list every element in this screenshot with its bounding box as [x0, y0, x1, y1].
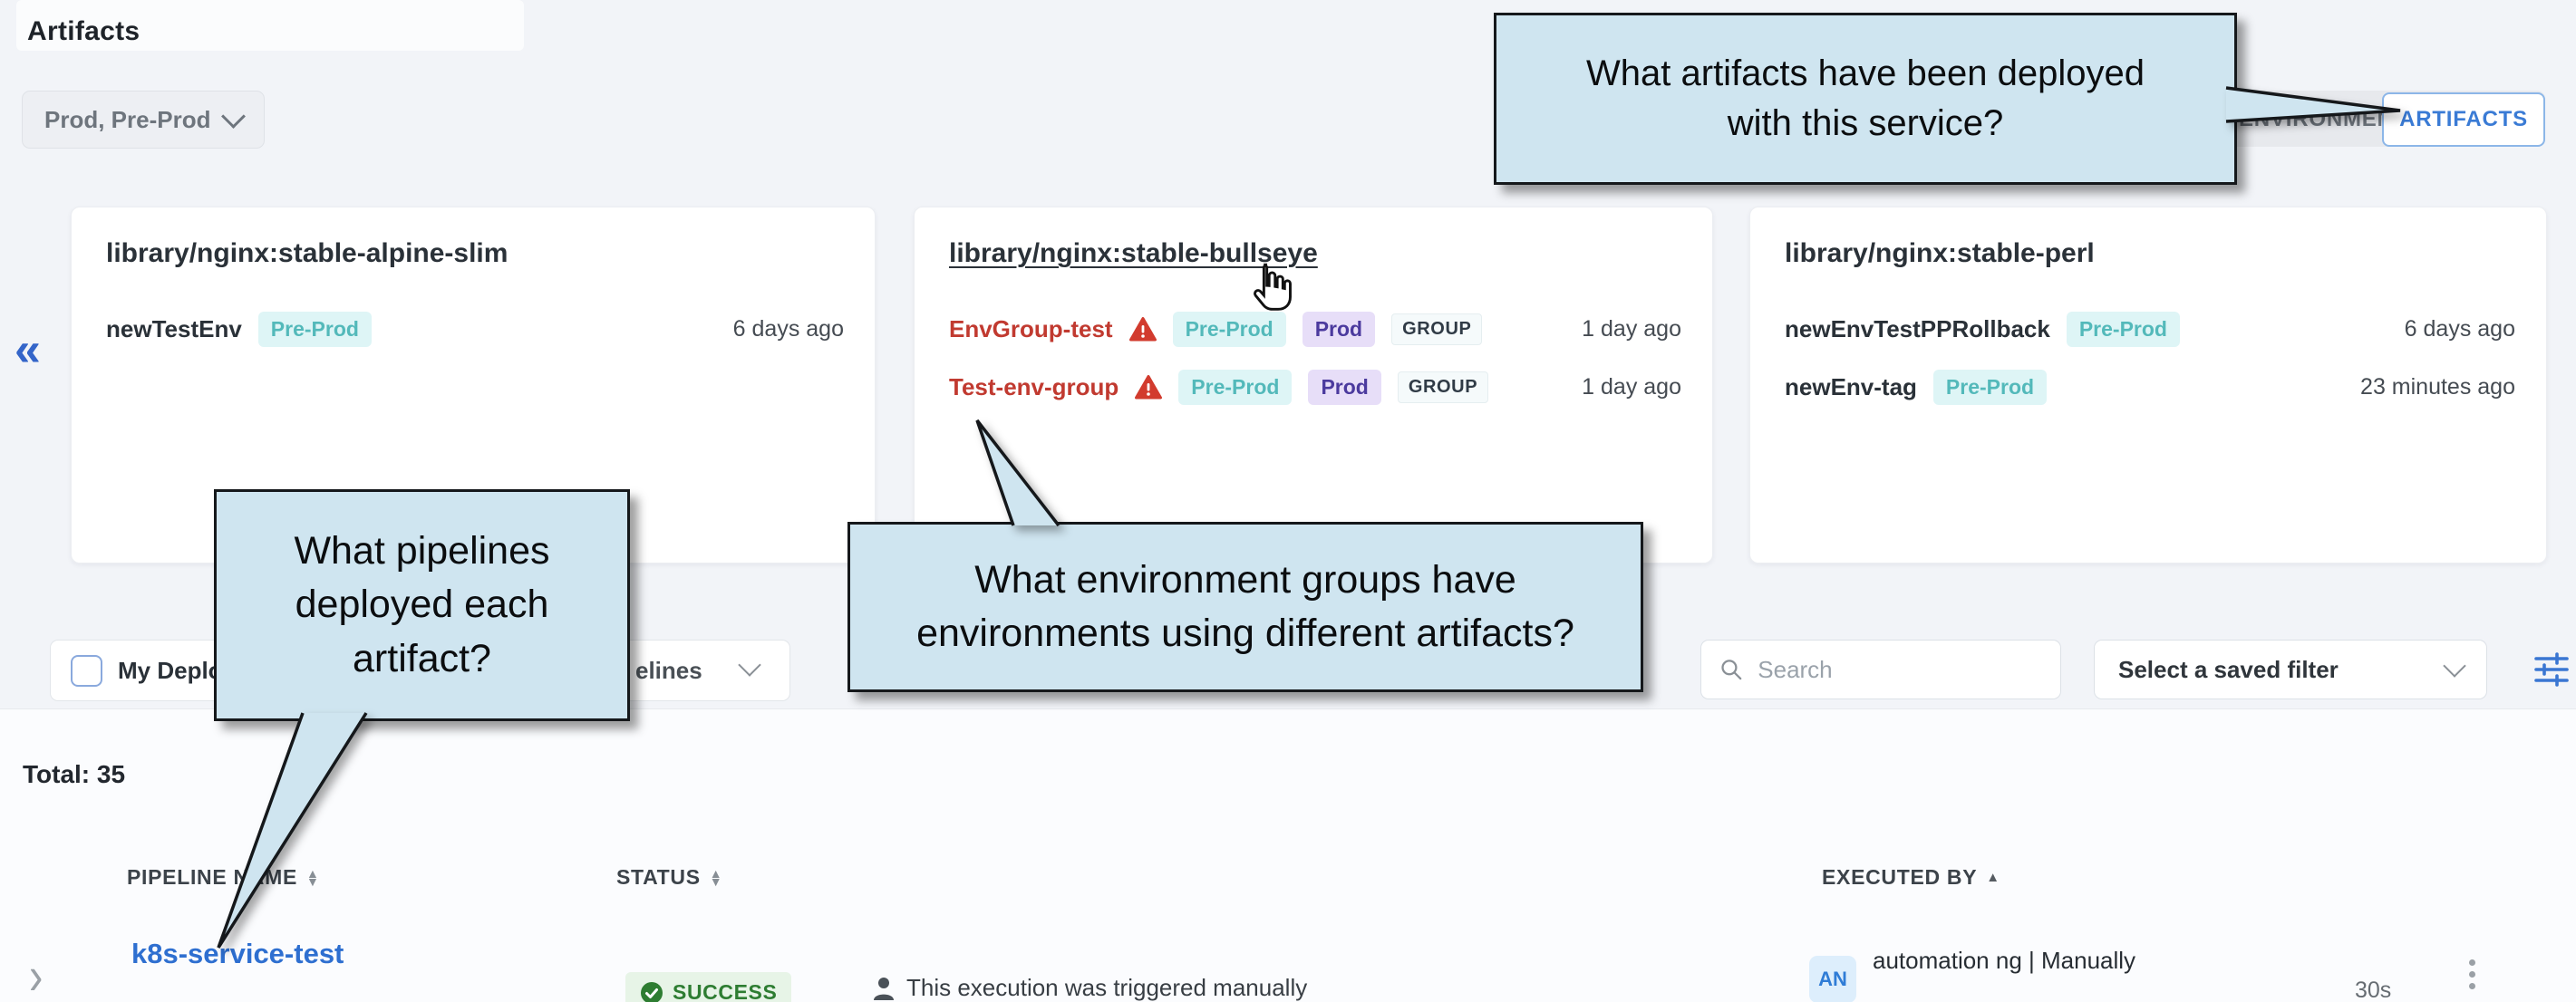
artifact-title: library/nginx:stable-alpine-slim: [106, 238, 508, 269]
search-input[interactable]: [1756, 655, 2042, 685]
env-type-badge: Pre-Prod: [1933, 370, 2047, 405]
saved-filter-label: Select a saved filter: [2118, 656, 2339, 684]
tab-artifacts[interactable]: ARTIFACTS: [2382, 92, 2545, 147]
env-row: newTestEnv Pre-Prod 6 days ago: [106, 309, 844, 349]
sort-ascending-icon: ▲: [1986, 870, 2000, 885]
column-header-status[interactable]: STATUS ▲▼: [616, 865, 722, 890]
pipeline-select-label[interactable]: elines: [635, 657, 702, 685]
search-box: [1700, 640, 2061, 699]
column-label: STATUS: [616, 865, 701, 890]
callout-text: with this service?: [1728, 99, 2004, 149]
env-group-name[interactable]: EnvGroup-test: [949, 315, 1113, 343]
artifact-title: library/nginx:stable-perl: [1785, 238, 2095, 269]
trigger-message: This execution was triggered manually: [872, 974, 1307, 1002]
my-deployments-checkbox[interactable]: [71, 655, 102, 687]
callout-text: What artifacts have been deployed: [1586, 49, 2145, 99]
env-group-row: Test-env-group Pre-Prod Prod GROUP 1 day…: [949, 367, 1681, 407]
env-type-badge: Pre-Prod: [1178, 370, 1292, 405]
env-scope-select[interactable]: Prod, Pre-Prod: [22, 91, 265, 149]
column-header-pipeline-name[interactable]: PIPELINE NAME ▲▼: [127, 865, 320, 890]
callout-text: What environment groups have: [974, 554, 1516, 607]
env-row: newEnv-tag Pre-Prod 23 minutes ago: [1785, 367, 2515, 407]
column-header-executed-by[interactable]: EXECUTED BY ▲: [1822, 865, 2000, 890]
callout-text: artifact?: [353, 632, 491, 686]
artifact-title-link[interactable]: library/nginx:stable-bullseye: [949, 238, 1318, 269]
deploy-time: 6 days ago: [733, 316, 844, 342]
saved-filter-select[interactable]: Select a saved filter: [2094, 640, 2487, 699]
callout-text: What pipelines: [294, 525, 549, 578]
callout-pipelines-deployed: What pipelines deployed each artifact?: [214, 489, 630, 721]
deploy-time: 1 day ago: [1582, 374, 1681, 400]
env-name: newEnv-tag: [1785, 373, 1917, 401]
callout-env-groups: What environment groups have environment…: [847, 522, 1643, 692]
callout-text: deployed each: [295, 578, 549, 631]
column-label: PIPELINE NAME: [127, 865, 297, 890]
env-type-badge: Prod: [1308, 370, 1380, 405]
collapse-panel-icon[interactable]: «: [15, 326, 41, 373]
avatar: AN: [1809, 956, 1856, 1002]
status-label: SUCCESS: [673, 980, 777, 1002]
artifact-card: library/nginx:stable-perl newEnvTestPPRo…: [1749, 207, 2547, 564]
status-badge: SUCCESS: [625, 972, 791, 1002]
executions-section: Total: 35 PIPELINE NAME ▲▼ STATUS ▲▼ EXE…: [0, 708, 2576, 1002]
deploy-time: 1 day ago: [1582, 316, 1681, 342]
env-type-badge: Pre-Prod: [1173, 312, 1286, 347]
user-icon: [872, 976, 896, 1001]
env-group-row: EnvGroup-test Pre-Prod Prod GROUP 1 day …: [949, 309, 1681, 349]
deploy-time: 23 minutes ago: [2360, 374, 2515, 400]
warning-icon: [1135, 375, 1162, 400]
callout-artifacts-deployed: What artifacts have been deployed with t…: [1494, 13, 2237, 185]
chevron-down-icon: [221, 104, 246, 129]
deploy-time: 6 days ago: [2405, 316, 2515, 342]
success-check-icon: [640, 981, 663, 1002]
row-menu-icon[interactable]: [2469, 959, 2475, 989]
sort-icon: ▲▼: [306, 870, 320, 885]
filter-settings-icon[interactable]: [2531, 649, 2572, 690]
search-icon: [1719, 656, 1743, 683]
page-title: Artifacts: [27, 16, 140, 47]
artifacts-page: Artifacts Prod, Pre-Prod ENVIRONMENTS AR…: [0, 0, 2576, 1002]
chevron-down-icon: [738, 653, 760, 676]
duration-text: 30s: [2355, 978, 2391, 1002]
env-type-badge: Pre-Prod: [2067, 312, 2180, 347]
artifact-card: library/nginx:stable-bullseye EnvGroup-t…: [914, 207, 1713, 564]
sort-icon: ▲▼: [710, 870, 723, 885]
env-type-badge: Prod: [1303, 312, 1375, 347]
total-count: Total: 35: [23, 760, 125, 789]
trigger-message-text: This execution was triggered manually: [906, 974, 1307, 1002]
env-group-name[interactable]: Test-env-group: [949, 373, 1119, 401]
env-type-badge: Pre-Prod: [258, 312, 372, 347]
callout-text: environments using different artifacts?: [916, 607, 1574, 660]
expand-row-icon[interactable]: ›: [29, 948, 43, 1002]
group-badge: GROUP: [1391, 313, 1482, 345]
pipeline-link[interactable]: k8s-service-test: [131, 938, 344, 970]
group-badge: GROUP: [1398, 371, 1488, 403]
executed-by-text: automation ng | Manually: [1873, 947, 2135, 975]
column-label: EXECUTED BY: [1822, 865, 1977, 890]
env-name: newEnvTestPPRollback: [1785, 315, 2050, 343]
chevron-down-icon: [2443, 654, 2465, 677]
env-row: newEnvTestPPRollback Pre-Prod 6 days ago: [1785, 309, 2515, 349]
warning-icon: [1129, 317, 1157, 342]
env-name: newTestEnv: [106, 315, 242, 343]
env-scope-value: Prod, Pre-Prod: [44, 106, 210, 134]
